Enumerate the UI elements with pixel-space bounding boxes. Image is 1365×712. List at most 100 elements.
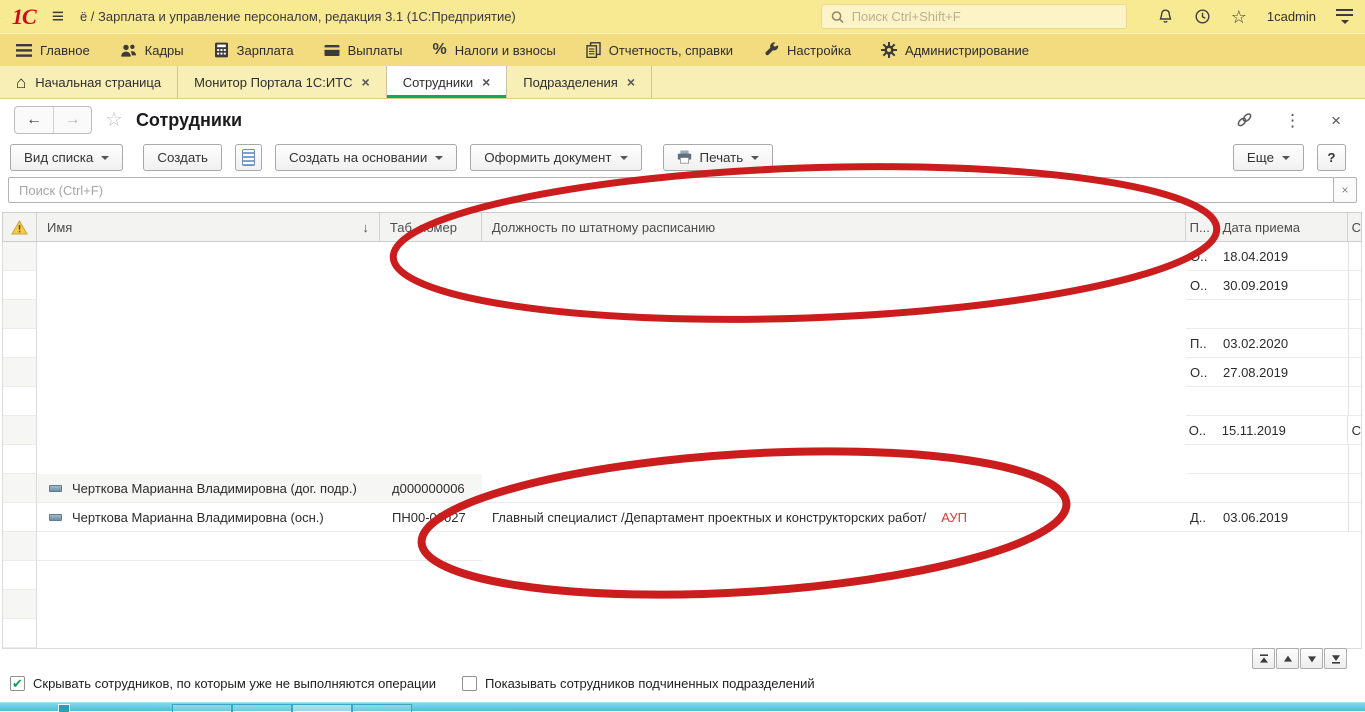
clear-search-button[interactable]: × [1333, 177, 1357, 203]
table-row[interactable] [3, 619, 1361, 648]
table-scroll-buttons [1252, 648, 1347, 669]
people-icon [120, 43, 137, 58]
extra-cell [1348, 445, 1361, 474]
table-row[interactable] [3, 590, 1361, 619]
employee-row[interactable]: Черткова Марианна Владимировна (осн.)ПН0… [3, 503, 1361, 532]
department-cell [1186, 445, 1214, 474]
scroll-to-bottom-button[interactable] [1324, 648, 1347, 669]
tab-departments[interactable]: Подразделения × [507, 66, 652, 98]
scroll-down-button[interactable] [1300, 648, 1323, 669]
table-row[interactable] [3, 532, 1361, 561]
warning-column-header[interactable] [3, 213, 37, 241]
chevron-down-icon [620, 156, 628, 160]
position-cell [482, 271, 1186, 300]
table-row[interactable]: П..03.02.2020 [3, 329, 1361, 358]
more-button[interactable]: Еще [1233, 144, 1304, 171]
column-header-extra[interactable]: С [1348, 213, 1361, 241]
history-clock-icon[interactable] [1194, 8, 1211, 25]
get-link-icon[interactable] [1235, 112, 1254, 128]
chevron-down-icon [435, 156, 443, 160]
section-kadry[interactable]: Кадры [120, 43, 184, 58]
chevron-down-icon [751, 156, 759, 160]
extra-cell [1348, 242, 1361, 271]
warn-cell [3, 329, 37, 358]
scroll-up-button[interactable] [1276, 648, 1299, 669]
tab-its-monitor[interactable]: Монитор Портала 1С:ИТС × [178, 66, 387, 98]
tab-home[interactable]: ⌂ Начальная страница [0, 66, 178, 98]
section-nastroyka[interactable]: Настройка [763, 42, 851, 58]
close-tab-icon[interactable]: × [482, 75, 490, 89]
help-button[interactable]: ? [1317, 144, 1346, 171]
main-menu-icon[interactable]: ≡ [52, 6, 64, 27]
department-cell [1186, 387, 1214, 416]
printer-icon [677, 150, 692, 164]
forward-button[interactable]: → [53, 107, 91, 133]
table-row[interactable]: О..30.09.2019 [3, 271, 1361, 300]
favorites-star-icon[interactable]: ☆ [1231, 8, 1247, 26]
view-list-button[interactable]: Вид списка [10, 144, 123, 171]
department-cell [1186, 532, 1214, 561]
hire-date-cell: 27.08.2019 [1214, 358, 1348, 387]
section-nalogi[interactable]: % Налоги и взносы [432, 41, 555, 59]
scroll-to-top-button[interactable] [1252, 648, 1275, 669]
section-glavnoe[interactable]: Главное [16, 43, 90, 58]
list-search-input[interactable] [8, 177, 1334, 203]
close-tab-icon[interactable]: × [627, 75, 635, 89]
tab-employees[interactable]: Сотрудники × [387, 66, 508, 98]
close-window-icon[interactable]: × [1331, 112, 1341, 129]
more-actions-kebab-icon[interactable]: ⋮ [1284, 112, 1301, 129]
service-menu-icon[interactable] [1336, 9, 1353, 24]
hire-date-cell [1214, 300, 1348, 329]
print-button[interactable]: Печать [663, 144, 774, 171]
name-cell [37, 619, 380, 648]
tab-number-cell [380, 619, 482, 648]
show-subordinate-departments-checkbox[interactable]: Показывать сотрудников подчиненных подра… [462, 676, 815, 691]
tab-number-cell [380, 358, 482, 387]
section-vyplaty[interactable]: Выплаты [324, 43, 403, 58]
tab-number-cell [380, 561, 482, 590]
hire-date-cell: 30.09.2019 [1214, 271, 1348, 300]
section-otchetnost[interactable]: Отчетность, справки [586, 42, 733, 58]
hire-date-cell [1214, 590, 1348, 619]
table-row[interactable]: О..18.04.2019 [3, 242, 1361, 271]
column-header-tab-number[interactable]: Таб. номер [380, 213, 482, 241]
warn-cell [3, 445, 37, 474]
column-header-position[interactable]: Должность по штатному расписанию [482, 213, 1186, 241]
table-row[interactable]: О..15.11.2019С [3, 416, 1361, 445]
position-cell [482, 619, 1186, 648]
table-row[interactable] [3, 445, 1361, 474]
table-row[interactable] [3, 387, 1361, 416]
create-button[interactable]: Создать [143, 144, 222, 171]
warn-cell [3, 358, 37, 387]
current-user[interactable]: 1cadmin [1267, 9, 1316, 24]
column-header-name[interactable]: Имя ↓ [37, 213, 380, 241]
warn-cell [3, 561, 37, 590]
employee-row[interactable]: Черткова Марианна Владимировна (дог. под… [3, 474, 1361, 503]
notifications-bell-icon[interactable] [1157, 8, 1174, 25]
table-row[interactable] [3, 561, 1361, 590]
payment-card-icon [324, 44, 340, 57]
section-administrirovanie[interactable]: Администрирование [881, 42, 1029, 58]
column-header-department[interactable]: П... [1186, 213, 1214, 241]
hide-inactive-employees-checkbox[interactable]: ✔ Скрывать сотрудников, по которым уже н… [10, 676, 436, 691]
create-based-on-button[interactable]: Создать на основании [275, 144, 457, 171]
hire-date-cell: 18.04.2019 [1214, 242, 1348, 271]
copy-item-button[interactable] [235, 144, 262, 171]
close-tab-icon[interactable]: × [362, 75, 370, 89]
os-taskbar [0, 702, 1365, 711]
add-favorite-star-icon[interactable]: ☆ [105, 110, 123, 130]
back-button[interactable]: ← [15, 107, 53, 133]
tab-number-cell [380, 387, 482, 416]
employee-status-icon [49, 514, 62, 521]
column-header-hire-date[interactable]: Дата приема [1214, 213, 1348, 241]
position-cell [482, 416, 1185, 445]
employees-table: Имя ↓ Таб. номер Должность по штатному р… [2, 212, 1362, 649]
table-row[interactable] [3, 300, 1361, 329]
global-search-input[interactable] [852, 9, 1117, 24]
issue-document-button[interactable]: Оформить документ [470, 144, 641, 171]
warn-cell [3, 590, 37, 619]
section-zarplata[interactable]: Зарплата [214, 42, 294, 58]
global-search[interactable] [821, 4, 1127, 29]
table-row[interactable]: О..27.08.2019 [3, 358, 1361, 387]
chevron-down-icon [101, 156, 109, 160]
